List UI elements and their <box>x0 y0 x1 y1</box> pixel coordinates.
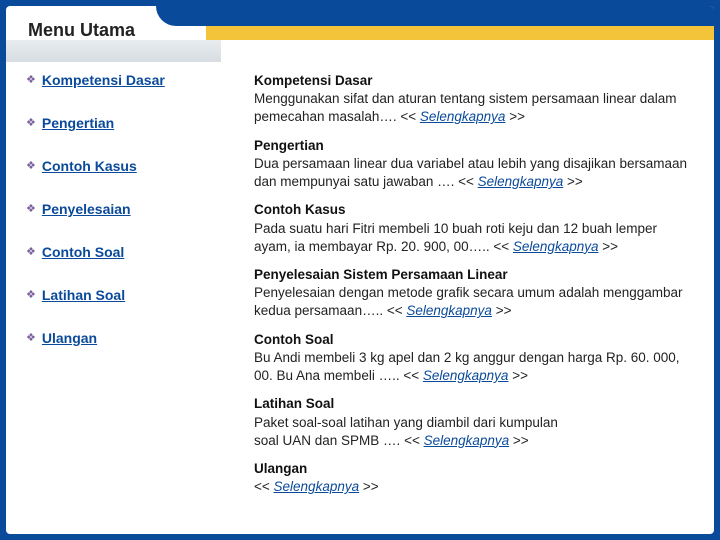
header-blue-bar <box>156 6 714 26</box>
sidebar-item-contoh-kasus[interactable]: ❖ Contoh Kasus <box>26 158 210 175</box>
section-pengertian: Pengertian Dua persamaan linear dua vari… <box>254 137 696 192</box>
section-heading: Contoh Kasus <box>254 201 696 219</box>
more-open: << <box>404 433 424 448</box>
more-close: >> <box>505 109 525 124</box>
more-link[interactable]: Selengkapnya <box>420 109 506 124</box>
header: Menu Utama <box>6 6 714 54</box>
sidebar-item-label: Contoh Soal <box>42 244 124 260</box>
diamond-icon: ❖ <box>26 115 36 132</box>
more-link[interactable]: Selengkapnya <box>274 479 360 494</box>
section-contoh-kasus: Contoh Kasus Pada suatu hari Fitri membe… <box>254 201 696 256</box>
sidebar-item-contoh-soal[interactable]: ❖ Contoh Soal <box>26 244 210 261</box>
more-open: << <box>458 174 478 189</box>
section-contoh-soal: Contoh Soal Bu Andi membeli 3 kg apel da… <box>254 331 696 386</box>
section-kompetensi-dasar: Kompetensi Dasar Menggunakan sifat dan a… <box>254 72 696 127</box>
diamond-icon: ❖ <box>26 72 36 89</box>
more-close: >> <box>492 303 512 318</box>
more-open: << <box>387 303 407 318</box>
more-close: >> <box>508 368 528 383</box>
more-link[interactable]: Selengkapnya <box>424 433 510 448</box>
sidebar-item-latihan-soal[interactable]: ❖ Latihan Soal <box>26 287 210 304</box>
more-link[interactable]: Selengkapnya <box>478 174 564 189</box>
section-penyelesaian: Penyelesaian Sistem Persamaan Linear Pen… <box>254 266 696 321</box>
header-yellow-bar <box>206 26 714 40</box>
sidebar-item-label: Contoh Kasus <box>42 158 137 174</box>
more-link[interactable]: Selengkapnya <box>513 239 599 254</box>
sidebar-item-label: Kompetensi Dasar <box>42 72 165 88</box>
diamond-icon: ❖ <box>26 244 36 261</box>
sidebar-item-label: Ulangan <box>42 330 97 346</box>
diamond-icon: ❖ <box>26 201 36 218</box>
sidebar-item-label: Penyelesaian <box>42 201 131 217</box>
section-heading: Pengertian <box>254 137 696 155</box>
sidebar-item-label: Latihan Soal <box>42 287 125 303</box>
sidebar-item-penyelesaian[interactable]: ❖ Penyelesaian <box>26 201 210 218</box>
content-area: ❖ Kompetensi Dasar ❖ Pengertian ❖ Contoh… <box>6 54 714 534</box>
more-link[interactable]: Selengkapnya <box>406 303 492 318</box>
section-heading: Penyelesaian Sistem Persamaan Linear <box>254 266 696 284</box>
sidebar-item-ulangan[interactable]: ❖ Ulangan <box>26 330 210 347</box>
section-body-line1: Paket soal-soal latihan yang diambil dar… <box>254 414 696 432</box>
section-heading: Ulangan <box>254 460 696 478</box>
diamond-icon: ❖ <box>26 158 36 175</box>
section-heading: Contoh Soal <box>254 331 696 349</box>
diamond-icon: ❖ <box>26 330 36 347</box>
section-body-line2: soal UAN dan SPMB …. <box>254 433 404 448</box>
main-panel: Menu Utama ❖ Kompetensi Dasar ❖ Pengerti… <box>6 6 714 534</box>
main-content: Kompetensi Dasar Menggunakan sifat dan a… <box>210 68 702 534</box>
more-close: >> <box>598 239 618 254</box>
diamond-icon: ❖ <box>26 287 36 304</box>
more-open: << <box>403 368 423 383</box>
more-close: >> <box>509 433 529 448</box>
more-close: >> <box>359 479 379 494</box>
section-heading: Latihan Soal <box>254 395 696 413</box>
sidebar-item-label: Pengertian <box>42 115 114 131</box>
more-close: >> <box>563 174 583 189</box>
page-title: Menu Utama <box>6 20 135 41</box>
more-open: << <box>493 239 513 254</box>
sidebar-item-kompetensi-dasar[interactable]: ❖ Kompetensi Dasar <box>26 72 210 89</box>
section-latihan-soal: Latihan Soal Paket soal-soal latihan yan… <box>254 395 696 450</box>
sidebar-item-pengertian[interactable]: ❖ Pengertian <box>26 115 210 132</box>
more-open: << <box>254 479 274 494</box>
more-link[interactable]: Selengkapnya <box>423 368 509 383</box>
sidebar: ❖ Kompetensi Dasar ❖ Pengertian ❖ Contoh… <box>26 68 210 534</box>
section-heading: Kompetensi Dasar <box>254 72 696 90</box>
header-grey-stripe <box>6 40 221 62</box>
more-open: << <box>400 109 420 124</box>
section-ulangan: Ulangan << Selengkapnya >> <box>254 460 696 496</box>
